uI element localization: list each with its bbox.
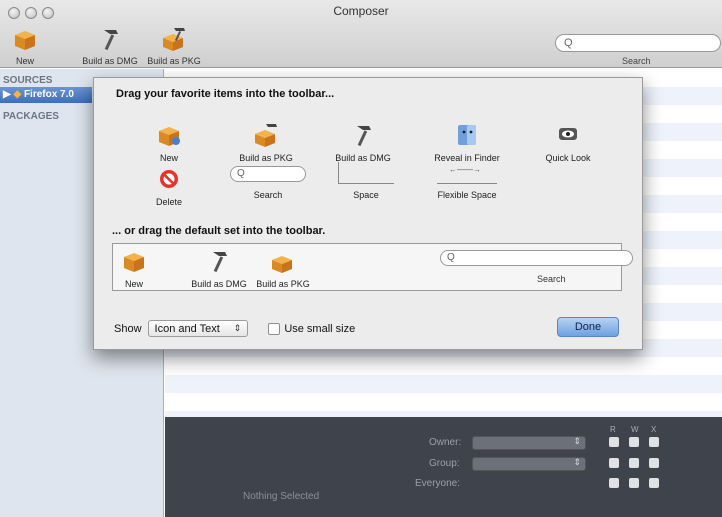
new-package-icon <box>124 253 144 272</box>
execute-column-label: X <box>651 425 657 434</box>
delete-icon <box>160 170 178 188</box>
default-search-field: Q <box>440 250 633 266</box>
palette-delete[interactable]: Delete <box>144 166 194 207</box>
owner-write-checkbox[interactable] <box>629 437 639 447</box>
everyone-read-checkbox[interactable] <box>609 478 619 488</box>
default-search-label: Search <box>537 274 566 284</box>
eye-icon <box>559 128 577 140</box>
palette-search-label: Search <box>253 190 283 200</box>
show-mode-value: Icon and Text <box>154 322 220 335</box>
write-column-label: W <box>631 425 639 434</box>
palette-flexible-space-label: Flexible Space <box>437 190 497 200</box>
everyone-execute-checkbox[interactable] <box>649 478 659 488</box>
owner-read-checkbox[interactable] <box>609 437 619 447</box>
use-small-size-label: Use small size <box>284 322 356 335</box>
done-button[interactable]: Done <box>557 317 619 337</box>
default-build-dmg-label: Build as DMG <box>191 279 247 289</box>
owner-label: Owner: <box>429 437 462 448</box>
palette-reveal-in-finder[interactable]: Reveal in Finder <box>427 122 507 163</box>
palette-delete-label: Delete <box>155 197 182 207</box>
read-column-label: R <box>610 425 616 434</box>
toolbar-search-input[interactable]: Q <box>555 34 721 52</box>
select-arrow-icon: ⇕ <box>573 457 581 467</box>
sidebar-item-firefox[interactable]: ▶ ◆ Firefox 7.0 <box>0 87 92 103</box>
default-new-label: New <box>124 279 143 289</box>
everyone-label: Everyone: <box>415 478 461 489</box>
palette-build-pkg[interactable]: Build as PKG <box>234 122 298 163</box>
palette-quick-look[interactable]: Quick Look <box>538 122 598 163</box>
finder-icon <box>458 125 476 145</box>
default-build-pkg: Build as PKG <box>253 248 313 289</box>
group-read-checkbox[interactable] <box>609 458 619 468</box>
drag-items-heading: Drag your favorite items into the toolba… <box>116 88 335 100</box>
package-icon: ◆ <box>13 89 24 100</box>
new-package-icon <box>15 31 35 50</box>
show-label: Show <box>114 322 142 335</box>
search-icon: Q <box>230 166 306 182</box>
toolbar-build-pkg-button[interactable]: Build as PKG <box>144 26 204 66</box>
show-options-row: Show Icon and Text ⇕ Use small size <box>114 320 355 337</box>
palette-space[interactable]: Space <box>334 162 398 200</box>
toolbar-build-dmg-button[interactable]: Build as DMG <box>80 26 140 66</box>
permissions-panel: R W X Owner: ⇕ Group: ⇕ Everyone: Nothin… <box>165 417 722 517</box>
palette-space-label: Space <box>353 190 379 200</box>
select-arrow-icon: ⇕ <box>233 323 242 333</box>
composer-window: Composer New Build as DMG Build as PKG Q… <box>0 0 722 517</box>
toolbar-search-label: Search <box>622 56 651 66</box>
group-write-checkbox[interactable] <box>629 458 639 468</box>
toolbar-new-button[interactable]: New <box>10 26 40 66</box>
build-pkg-icon <box>163 28 185 51</box>
new-package-icon <box>159 127 180 146</box>
select-arrow-icon: ⇕ <box>573 436 581 446</box>
palette-quick-look-label: Quick Look <box>545 153 591 163</box>
everyone-write-checkbox[interactable] <box>629 478 639 488</box>
build-dmg-hammer-icon <box>104 30 118 51</box>
group-select[interactable]: ⇕ <box>472 457 586 471</box>
build-pkg-icon <box>255 124 277 147</box>
owner-select[interactable]: ⇕ <box>472 436 586 450</box>
palette-new[interactable]: New <box>144 122 194 163</box>
group-execute-checkbox[interactable] <box>649 458 659 468</box>
window-title: Composer <box>333 4 389 18</box>
space-separator-icon <box>338 162 394 184</box>
palette-build-dmg[interactable]: Build as DMG <box>331 122 395 163</box>
build-dmg-hammer-icon <box>357 126 371 147</box>
flexible-space-icon <box>437 162 497 184</box>
customize-toolbar-sheet: Drag your favorite items into the toolba… <box>93 77 643 350</box>
empty-selection-text: Nothing Selected <box>243 491 320 502</box>
packages-heading: PACKAGES <box>3 111 59 122</box>
palette-search[interactable]: Q Search <box>228 162 308 200</box>
group-label: Group: <box>429 458 460 469</box>
default-toolbar-set[interactable]: New Build as DMG Build as PKG Q Search <box>112 243 633 291</box>
toolbar-build-dmg-label: Build as DMG <box>82 56 138 66</box>
build-dmg-hammer-icon <box>213 252 227 273</box>
show-mode-select[interactable]: Icon and Text ⇕ <box>147 320 249 337</box>
disclosure-triangle-icon[interactable]: ▶ <box>3 89 13 100</box>
toolbar: Composer New Build as DMG Build as PKG Q… <box>0 0 722 68</box>
sidebar-item-label: Firefox 7.0 <box>23 89 74 100</box>
default-set-heading: ... or drag the default set into the too… <box>112 225 326 237</box>
default-build-pkg-label: Build as PKG <box>256 279 310 289</box>
build-pkg-icon <box>272 256 292 273</box>
toolbar-new-label: New <box>15 56 34 66</box>
palette-flexible-space[interactable]: Flexible Space <box>430 162 504 200</box>
owner-execute-checkbox[interactable] <box>649 437 659 447</box>
sources-heading: SOURCES <box>3 75 53 86</box>
use-small-size-checkbox[interactable] <box>268 322 281 335</box>
toolbar-build-pkg-label: Build as PKG <box>147 56 201 66</box>
search-icon: Q <box>564 37 573 49</box>
default-build-dmg: Build as DMG <box>187 248 251 289</box>
default-new: New <box>119 248 149 289</box>
palette-new-label: New <box>159 153 178 163</box>
search-icon: Q <box>447 252 455 263</box>
